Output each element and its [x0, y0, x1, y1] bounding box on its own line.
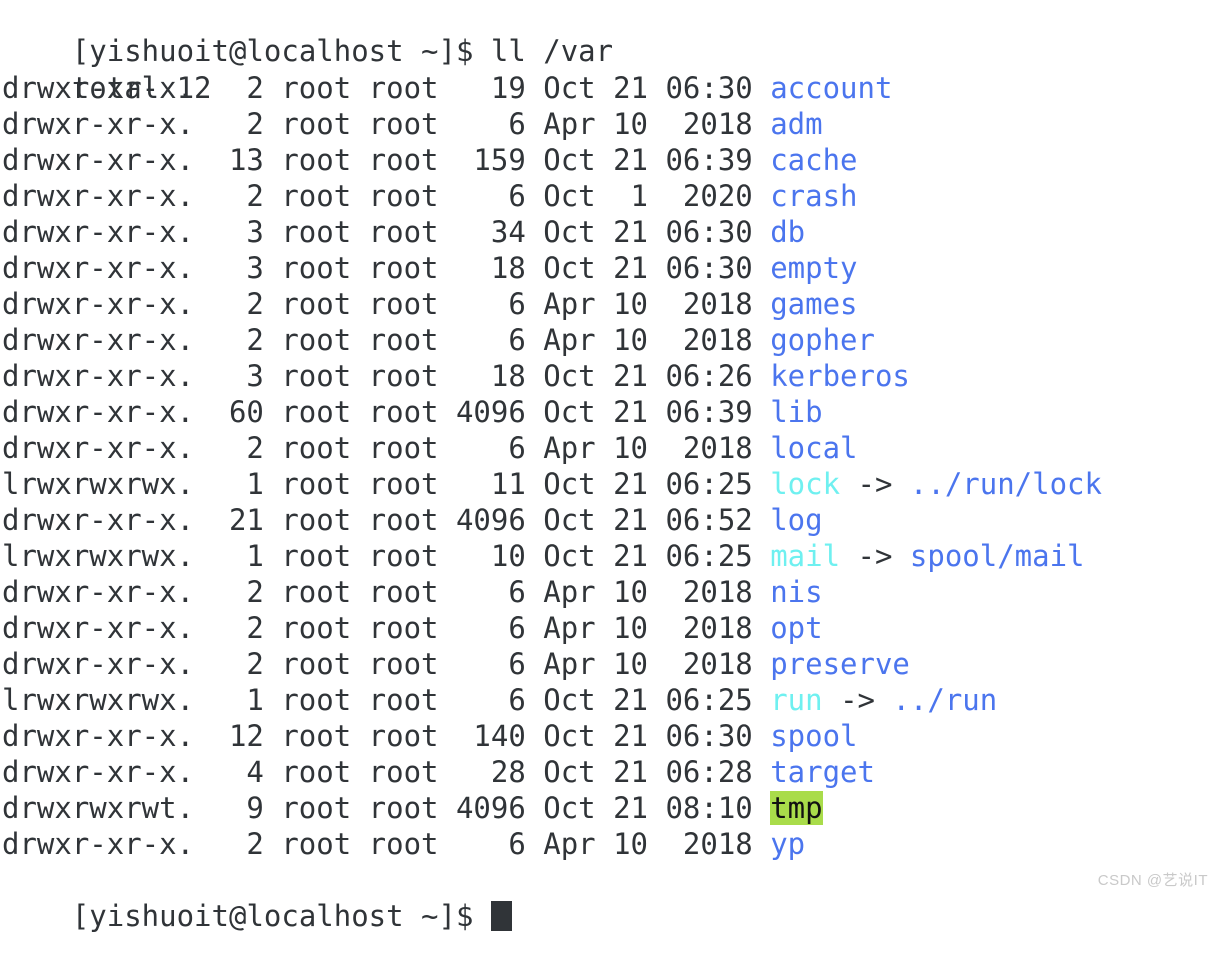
- file-name: adm: [770, 107, 823, 141]
- listing-row: drwxr-xr-x. 3 root root 18 Oct 21 06:30 …: [0, 250, 1216, 286]
- symlink-target: ../run/lock: [909, 467, 1102, 501]
- file-metadata: lrwxrwxrwx. 1 root root 10 Oct 21 06:25: [2, 539, 771, 573]
- file-metadata: drwxr-xr-x. 3 root root 18 Oct 21 06:30: [2, 251, 771, 285]
- file-name: local: [770, 431, 858, 465]
- listing-row: lrwxrwxrwx. 1 root root 11 Oct 21 06:25 …: [0, 466, 1216, 502]
- watermark-text: CSDN @艺说IT: [1097, 872, 1208, 889]
- symlink-arrow: ->: [822, 683, 893, 717]
- file-metadata: drwxr-xr-x. 60 root root 4096 Oct 21 06:…: [2, 395, 771, 429]
- symlink-arrow: ->: [840, 539, 910, 573]
- file-metadata: drwxr-xr-x. 2 root root 6 Oct 1 2020: [2, 179, 771, 213]
- file-name: cache: [770, 143, 858, 177]
- listing-row: drwxr-xr-x. 2 root root 6 Apr 10 2018 pr…: [0, 646, 1216, 682]
- file-name: crash: [770, 179, 858, 213]
- cursor-block: [490, 901, 512, 931]
- symlink-target: ../run: [892, 683, 998, 717]
- listing-row: drwxr-xr-x. 2 root root 6 Apr 10 2018 op…: [0, 610, 1216, 646]
- shell-command: ll /var: [490, 34, 614, 68]
- file-name: tmp: [770, 791, 823, 825]
- listing-row: lrwxrwxrwx. 1 root root 10 Oct 21 06:25 …: [0, 538, 1216, 574]
- file-metadata: drwxr-xr-x. 2 root root 6 Apr 10 2018: [2, 107, 771, 141]
- file-name: account: [770, 71, 893, 105]
- file-metadata: drwxr-xr-x. 13 root root 159 Oct 21 06:3…: [2, 143, 771, 177]
- symlink-target: spool/mail: [909, 539, 1085, 573]
- file-name: lib: [770, 395, 823, 429]
- listing-row: drwxr-xr-x. 2 root root 6 Apr 10 2018 yp: [0, 826, 1216, 862]
- listing-row: drwxr-xr-x. 13 root root 159 Oct 21 06:3…: [0, 142, 1216, 178]
- file-name: empty: [770, 251, 858, 285]
- terminal-window[interactable]: [yishuoit@localhost ~]$ ll /var total 12…: [0, 0, 1216, 933]
- prompt-line-bottom: [yishuoit@localhost ~]$: [0, 862, 1216, 933]
- file-metadata: drwxrwxrwt. 9 root root 4096 Oct 21 08:1…: [2, 791, 771, 825]
- file-name: gopher: [770, 323, 875, 357]
- file-name: target: [770, 755, 875, 789]
- listing-row: drwxrwxrwt. 9 root root 4096 Oct 21 08:1…: [0, 790, 1216, 826]
- file-name: yp: [770, 827, 806, 861]
- listing-row: drwxr-xr-x. 2 root root 6 Apr 10 2018 ni…: [0, 574, 1216, 610]
- file-name: games: [770, 287, 858, 321]
- file-name: lock: [770, 467, 841, 501]
- shell-prompt: [yishuoit@localhost ~]$: [71, 899, 491, 933]
- file-metadata: drwxr-xr-x. 3 root root 34 Oct 21 06:30: [2, 215, 771, 249]
- file-metadata: drwxr-xr-x. 2 root root 6 Apr 10 2018: [2, 575, 771, 609]
- listing-row: drwxr-xr-x. 12 root root 140 Oct 21 06:3…: [0, 718, 1216, 754]
- file-metadata: drwxr-xr-x. 2 root root 19 Oct 21 06:30: [2, 71, 771, 105]
- file-metadata: lrwxrwxrwx. 1 root root 11 Oct 21 06:25: [2, 467, 771, 501]
- file-metadata: drwxr-xr-x. 2 root root 6 Apr 10 2018: [2, 827, 771, 861]
- file-name: nis: [770, 575, 823, 609]
- listing-row: drwxr-xr-x. 2 root root 19 Oct 21 06:30 …: [0, 70, 1216, 106]
- file-metadata: drwxr-xr-x. 21 root root 4096 Oct 21 06:…: [2, 503, 771, 537]
- listing-row: drwxr-xr-x. 2 root root 6 Oct 1 2020 cra…: [0, 178, 1216, 214]
- file-name: kerberos: [770, 359, 910, 393]
- file-name: db: [770, 215, 806, 249]
- file-metadata: drwxr-xr-x. 2 root root 6 Apr 10 2018: [2, 647, 771, 681]
- symlink-arrow: ->: [840, 467, 910, 501]
- file-metadata: drwxr-xr-x. 2 root root 6 Apr 10 2018: [2, 287, 771, 321]
- file-metadata: lrwxrwxrwx. 1 root root 6 Oct 21 06:25: [2, 683, 771, 717]
- directory-listing: drwxr-xr-x. 2 root root 19 Oct 21 06:30 …: [0, 70, 1216, 862]
- file-name: spool: [770, 719, 858, 753]
- listing-row: drwxr-xr-x. 2 root root 6 Apr 10 2018 lo…: [0, 430, 1216, 466]
- file-metadata: drwxr-xr-x. 4 root root 28 Oct 21 06:28: [2, 755, 771, 789]
- file-name: mail: [770, 539, 841, 573]
- file-metadata: drwxr-xr-x. 2 root root 6 Apr 10 2018: [2, 611, 771, 645]
- listing-row: drwxr-xr-x. 21 root root 4096 Oct 21 06:…: [0, 502, 1216, 538]
- listing-row: drwxr-xr-x. 60 root root 4096 Oct 21 06:…: [0, 394, 1216, 430]
- file-metadata: drwxr-xr-x. 2 root root 6 Apr 10 2018: [2, 431, 771, 465]
- listing-row: drwxr-xr-x. 2 root root 6 Apr 10 2018 ad…: [0, 106, 1216, 142]
- file-metadata: drwxr-xr-x. 12 root root 140 Oct 21 06:3…: [2, 719, 771, 753]
- file-name: log: [770, 503, 823, 537]
- listing-row: drwxr-xr-x. 2 root root 6 Apr 10 2018 ga…: [0, 286, 1216, 322]
- listing-row: drwxr-xr-x. 3 root root 18 Oct 21 06:26 …: [0, 358, 1216, 394]
- file-name: opt: [770, 611, 823, 645]
- file-metadata: drwxr-xr-x. 2 root root 6 Apr 10 2018: [2, 323, 771, 357]
- shell-prompt: [yishuoit@localhost ~]$: [71, 34, 491, 68]
- file-name: run: [770, 683, 823, 717]
- file-name: preserve: [770, 647, 910, 681]
- command-line: [yishuoit@localhost ~]$ ll /var: [0, 0, 1216, 68]
- listing-row: drwxr-xr-x. 3 root root 34 Oct 21 06:30 …: [0, 214, 1216, 250]
- listing-row: drwxr-xr-x. 4 root root 28 Oct 21 06:28 …: [0, 754, 1216, 790]
- listing-row: lrwxrwxrwx. 1 root root 6 Oct 21 06:25 r…: [0, 682, 1216, 718]
- listing-row: drwxr-xr-x. 2 root root 6 Apr 10 2018 go…: [0, 322, 1216, 358]
- file-metadata: drwxr-xr-x. 3 root root 18 Oct 21 06:26: [2, 359, 771, 393]
